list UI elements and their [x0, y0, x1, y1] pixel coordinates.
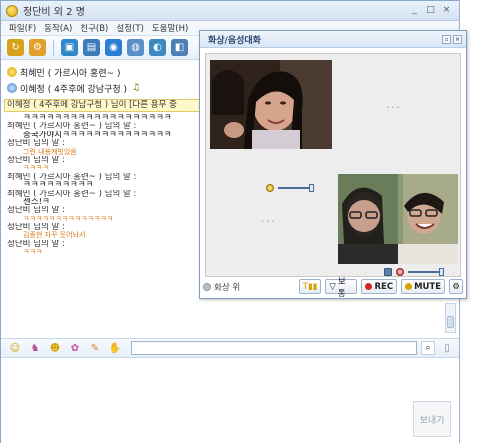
volume-slider-knob[interactable] [309, 184, 314, 192]
empty-video-slot: ... [261, 214, 277, 225]
chat-message-line: ㅋㅋㅋㅋ [23, 164, 49, 173]
maximize-button[interactable]: □ [424, 5, 437, 17]
voice-chat-icon[interactable]: ◉ [105, 39, 122, 56]
music-note-icon: ♫ [132, 83, 141, 93]
speaker-icon [266, 184, 274, 192]
volume-slider-knob[interactable] [439, 268, 444, 276]
font-icon[interactable]: ✎ [87, 341, 103, 355]
chat-message-line: ㅋㅋㅋㅋㅋㅋㅋㅋㅋ [23, 181, 94, 190]
participant-name: 최혜민 ( 가르시아 홍련~ ) [20, 68, 121, 79]
voice-quality-dropdown[interactable]: ▽ 보통 [325, 277, 358, 299]
video-chat-panel: 화상/음성대화 ▫ × ... ... 화상 위 T▮▮ ▽ 보통 REC MU… [199, 30, 467, 299]
panel-restore-button[interactable]: ▫ [442, 34, 451, 44]
panel-close-button[interactable]: × [453, 34, 462, 44]
call-status: 화상 위 [203, 281, 295, 293]
record-button[interactable]: REC [361, 279, 398, 294]
participant-video-1 [210, 60, 332, 149]
volume-slider[interactable] [408, 268, 444, 276]
chat-speaker-line: 최혜민 ( 가르시아 홍련~ ) 님의 말 : [7, 122, 137, 131]
chat-message-line: ㅋㅋㅋㅋㅋㅋㅋㅋㅋㅋㅋㅋㅋㅋ [23, 214, 114, 223]
background-icon[interactable]: ✿ [67, 341, 83, 355]
participant-name: 이혜정 ( 4주후에 강남구청 ) [20, 84, 127, 95]
camera-icon [384, 268, 392, 276]
empty-video-slot: ... [386, 100, 402, 111]
chat-message-line: 김종현 자꾸 웃어놔서 [23, 231, 86, 240]
search-input[interactable] [131, 341, 417, 355]
chat-message-line: ㅋㅋㅋㅋㅋㅋㅋㅋㅋㅋㅋㅋㅋㅋㅋㅋㅋㅋㅋ [23, 114, 172, 123]
game-icon[interactable]: ◐ [149, 39, 166, 56]
mute-icon [405, 283, 413, 290]
mic-icon [396, 268, 404, 276]
minimize-button[interactable]: _ [408, 5, 421, 17]
video-chat-icon[interactable]: ▤ [83, 39, 100, 56]
chat-speaker-line: 최혜민 ( 가르시아 홍련~ ) 님의 말 : [7, 189, 137, 198]
flash-con-icon[interactable]: ☻ [47, 341, 63, 355]
voice-quality-label: 보통 [337, 276, 346, 299]
video-panel-title: 화상/음성대화 [208, 35, 261, 46]
chevron-down-icon: ▽ [329, 281, 336, 292]
send-file-icon[interactable]: ▣ [61, 39, 78, 56]
signal-strength-button[interactable]: T▮▮ [298, 279, 322, 294]
chat-speaker-line: 정단비 님의 말 : [7, 223, 65, 232]
volume-control-2[interactable] [384, 268, 444, 276]
volume-control-1[interactable] [266, 184, 314, 192]
menu-action[interactable]: 동작(A) [44, 22, 72, 34]
invite-icon[interactable]: ↻ [7, 39, 24, 56]
menu-file[interactable]: 파일(F) [9, 22, 36, 34]
menu-friends[interactable]: 친구(B) [80, 22, 108, 34]
message-compose-area[interactable]: 보내기 [1, 359, 459, 443]
record-label: REC [374, 281, 394, 292]
signal-bars-icon: T▮▮ [302, 281, 318, 292]
close-button[interactable]: × [440, 5, 453, 17]
whiteboard-icon[interactable]: ◧ [171, 39, 188, 56]
chat-message-line: 중국가야지ㅋㅋㅋㅋㅋㅋㅋㅋㅋㅋㅋㅋㅋㅋ [23, 130, 172, 140]
block-icon[interactable]: ⚙ [29, 39, 46, 56]
status-dot-icon [203, 282, 211, 291]
chat-message-line: ㅋㅋㅋ [23, 248, 43, 257]
volume-slider[interactable] [278, 184, 314, 192]
video-footer: 화상 위 T▮▮ ▽ 보통 REC MUTE ⚙ [203, 277, 463, 299]
participant-video-2 [338, 174, 458, 264]
chat-message-line: 센스!ㅋ [23, 197, 50, 207]
chat-scrollbar[interactable] [445, 303, 456, 333]
gear-icon: ⚙ [452, 281, 460, 292]
chat-message-line: 그런 내용캐빗있음 [23, 147, 77, 156]
search-icon[interactable]: ⌕ [421, 341, 435, 355]
emoticon-icon[interactable]: ☺ [7, 341, 23, 355]
mute-button[interactable]: MUTE [401, 279, 446, 294]
video-settings-button[interactable]: ⚙ [449, 279, 463, 294]
nudge-icon[interactable]: ✋ [107, 341, 123, 355]
online-status-icon [7, 67, 17, 77]
status-notice: 이혜정 ( 4주후에 강남구청 ) 님이 [다른 용무 중 [4, 99, 204, 112]
character-icon[interactable]: ♞ [27, 341, 43, 355]
record-icon [365, 283, 373, 290]
chat-speaker-line: 최혜민 ( 가르시아 홍련~ ) 님의 말 : [7, 172, 137, 182]
window-title: 정단비 외 2 명 [23, 7, 85, 18]
chat-speaker-line: 정단비 님의 말 : [7, 239, 65, 249]
menu-settings[interactable]: 설정(T) [116, 22, 143, 34]
scrollbar-thumb[interactable] [447, 316, 454, 328]
toolbar-separator [53, 39, 54, 56]
settings-icon[interactable]: ▯ [439, 341, 455, 355]
chat-speaker-line: 정단비 님의 말 : [7, 206, 65, 215]
chat-speaker-line: 정단비 님의 말 : [7, 155, 65, 165]
send-button[interactable]: 보내기 [413, 401, 451, 437]
chat-speaker-line: 정단비 님의 말 : [7, 139, 65, 148]
video-grid: ... ... [205, 53, 461, 277]
menu-help[interactable]: 도움말(H) [152, 22, 188, 34]
video-panel-header: 화상/음성대화 ▫ × [200, 31, 466, 48]
online-status-icon [7, 83, 17, 93]
call-status-text: 화상 위 [214, 282, 241, 293]
messenger-logo-icon [6, 4, 18, 17]
remote-icon[interactable]: ◍ [127, 39, 144, 56]
chat-log: ㅋㅋㅋㅋㅋㅋㅋㅋㅋㅋㅋㅋㅋㅋㅋㅋㅋㅋㅋ 최혜민 ( 가르시아 홍련~ ) 님의 말… [7, 114, 207, 332]
title-bar: 정단비 외 2 명 _ □ × [1, 1, 459, 21]
input-toolbar: ☺ ♞ ☻ ✿ ✎ ✋ ⌕ ▯ [1, 338, 459, 358]
mute-label: MUTE [414, 281, 442, 292]
